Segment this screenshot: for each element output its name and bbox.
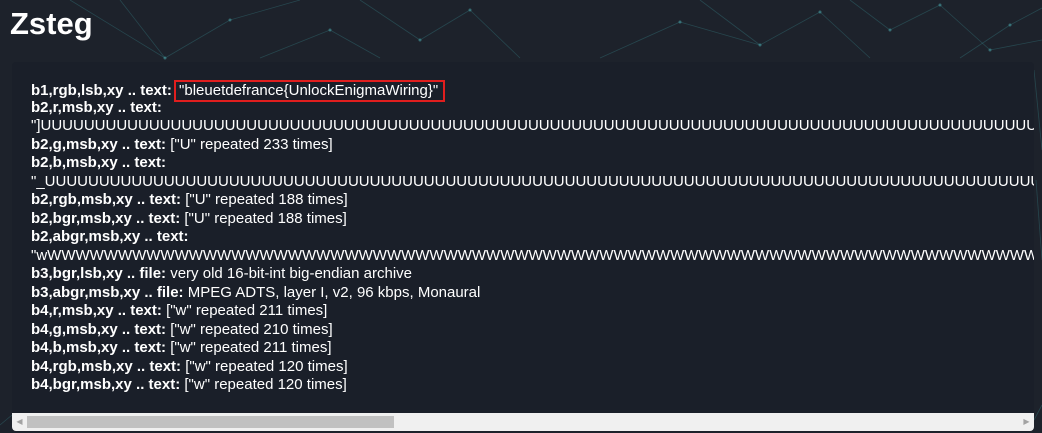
result-value: ["w" repeated 211 times] — [170, 339, 332, 356]
result-key: b2,b,msb,xy .. text: — [31, 154, 167, 171]
result-key: b3,abgr,msb,xy .. file: — [31, 283, 184, 301]
result-line: b4,r,msb,xy .. text: ["w" repeated 211 t… — [31, 302, 1034, 321]
result-value: ["w" repeated 211 times] — [166, 302, 328, 319]
result-line: b2,b,msb,xy .. text: — [31, 154, 1034, 173]
result-line: "wWWWWWWWWWWWWWWWWWWWWWWWWWWWWWWWWWWWWWW… — [31, 247, 1034, 266]
result-line: "_UUUUUUUUUUUUUUUUUUUUUUUUUUUUUUUUUUUUUU… — [31, 173, 1034, 192]
result-key: b2,r,msb,xy .. text: — [31, 98, 162, 116]
result-line: b1,rgb,lsb,xy .. text: "bleuetdefrance{U… — [31, 80, 1034, 102]
result-key: b3,bgr,lsb,xy .. file: — [31, 265, 167, 282]
horizontal-scrollbar[interactable]: ◀ ▶ — [12, 413, 1034, 431]
result-key: b4,rgb,msb,xy .. text: — [31, 357, 182, 375]
result-value: ["w" repeated 120 times] — [184, 376, 347, 393]
result-line: b3,bgr,lsb,xy .. file: very old 16-bit-i… — [31, 265, 1034, 284]
result-key: b4,r,msb,xy .. text: — [31, 302, 162, 319]
result-key: b2,g,msb,xy .. text: — [31, 135, 167, 153]
triangle-right-icon: ▶ — [1023, 417, 1030, 426]
result-value: ["U" repeated 188 times] — [185, 191, 348, 208]
result-value: "_UUUUUUUUUUUUUUUUUUUUUUUUUUUUUUUUUUUUUU… — [31, 172, 1034, 190]
highlighted-flag-value: "bleuetdefrance{UnlockEnigmaWiring}" — [174, 80, 446, 102]
result-line: b3,abgr,msb,xy .. file: MPEG ADTS, layer… — [31, 284, 1034, 303]
result-line: b2,bgr,msb,xy .. text: ["U" repeated 188… — [31, 210, 1034, 229]
result-value: ["w" repeated 210 times] — [170, 320, 333, 338]
result-scroll-area[interactable]: b1,rgb,lsb,xy .. text: "bleuetdefrance{U… — [12, 62, 1034, 413]
scroll-right-button[interactable]: ▶ — [1019, 413, 1034, 431]
result-line: b4,b,msb,xy .. text: ["w" repeated 211 t… — [31, 339, 1034, 358]
result-key: b4,b,msb,xy .. text: — [31, 339, 167, 356]
result-key: b2,rgb,msb,xy .. text: — [31, 191, 182, 208]
result-value: ["w" repeated 120 times] — [185, 357, 348, 375]
page-title: Zsteg — [10, 6, 93, 41]
zsteg-result-panel: b1,rgb,lsb,xy .. text: "bleuetdefrance{U… — [12, 62, 1034, 431]
result-key: b2,abgr,msb,xy .. text: — [31, 228, 189, 245]
result-line: "]UUUUUUUUUUUUUUUUUUUUUUUUUUUUUUUUUUUUUU… — [31, 117, 1034, 136]
result-value: "]UUUUUUUUUUUUUUUUUUUUUUUUUUUUUUUUUUUUUU… — [31, 117, 1034, 134]
result-line: b4,bgr,msb,xy .. text: ["w" repeated 120… — [31, 376, 1034, 395]
result-key: b1,rgb,lsb,xy .. text: — [31, 82, 172, 99]
result-key: b4,g,msb,xy .. text: — [31, 320, 167, 338]
result-value: ["U" repeated 233 times] — [170, 135, 333, 153]
result-key: b2,bgr,msb,xy .. text: — [31, 209, 181, 227]
result-key: b4,bgr,msb,xy .. text: — [31, 376, 181, 393]
result-line: b4,rgb,msb,xy .. text: ["w" repeated 120… — [31, 358, 1034, 377]
result-value: very old 16-bit-int big-endian archive — [170, 265, 413, 282]
scroll-left-button[interactable]: ◀ — [12, 413, 27, 431]
triangle-left-icon: ◀ — [16, 417, 23, 426]
result-value: "wWWWWWWWWWWWWWWWWWWWWWWWWWWWWWWWWWWWWWW… — [31, 246, 1034, 264]
scrollbar-thumb[interactable] — [27, 416, 394, 428]
result-value: MPEG ADTS, layer I, v2, 96 kbps, Monaura… — [187, 283, 481, 301]
result-value: ["U" repeated 188 times] — [184, 209, 347, 227]
result-line: b4,g,msb,xy .. text: ["w" repeated 210 t… — [31, 321, 1034, 340]
result-lines: b1,rgb,lsb,xy .. text: "bleuetdefrance{U… — [31, 80, 1034, 395]
result-line: b2,g,msb,xy .. text: ["U" repeated 233 t… — [31, 136, 1034, 155]
result-line: b2,rgb,msb,xy .. text: ["U" repeated 188… — [31, 191, 1034, 210]
result-line: b2,abgr,msb,xy .. text: — [31, 228, 1034, 247]
